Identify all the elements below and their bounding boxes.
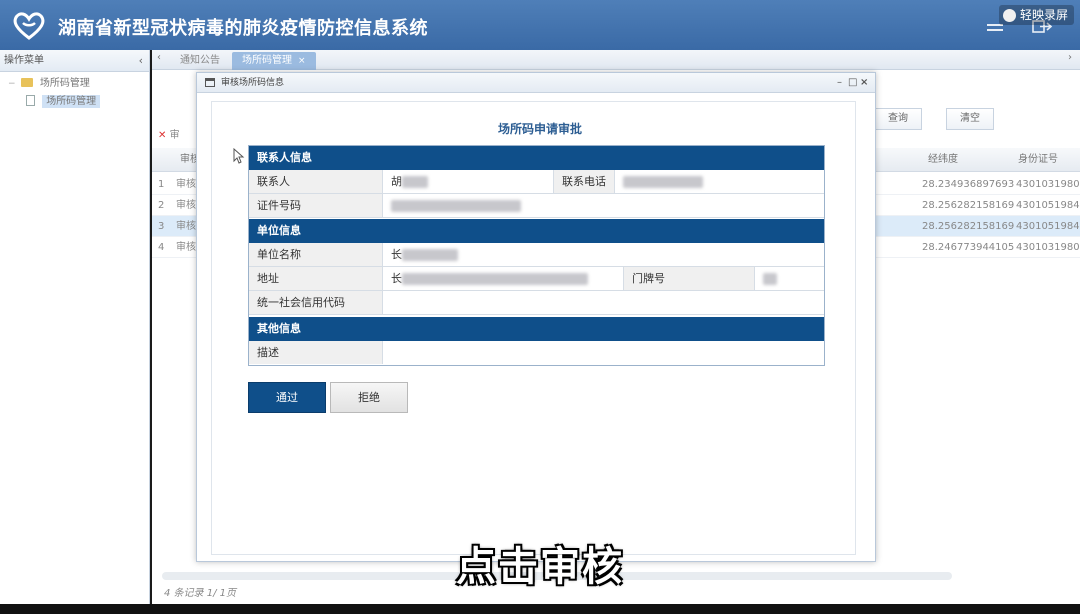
audit-link[interactable]: 审核: [176, 174, 196, 195]
mouse-cursor-icon: [233, 148, 245, 164]
watermark-text: 轻映录屏: [1019, 8, 1068, 22]
form-row-id: 证件号码: [249, 194, 824, 218]
tree-node-label: 场所码管理: [39, 78, 90, 89]
tab-place-code[interactable]: 场所码管理 ×: [232, 52, 316, 70]
sidebar-header: 操作菜单 ‹: [0, 50, 149, 72]
tab-bar: ‹ 通知公告 场所码管理 × ›: [152, 50, 1080, 70]
id-value: [383, 194, 824, 217]
dialog-title: 审核场所码信息: [221, 78, 285, 88]
tab-label: 场所码管理: [242, 55, 292, 66]
redacted-mask: [402, 249, 458, 261]
video-caption: 点击审核: [456, 544, 624, 590]
bottom-bar: [0, 604, 1080, 614]
row-number: 3: [158, 221, 165, 232]
reject-button[interactable]: 拒绝: [330, 382, 408, 413]
document-icon: [26, 95, 35, 106]
address-label: 地址: [249, 267, 383, 290]
redacted-mask: [402, 176, 428, 188]
idno-cell: 43010519840: [1016, 221, 1080, 232]
section-unit: 单位信息: [249, 219, 824, 243]
form-row-credit: 统一社会信用代码: [249, 291, 824, 315]
minimize-icon[interactable]: –: [837, 73, 842, 93]
section-other: 其他信息: [249, 317, 824, 341]
approval-form: 联系人信息 联系人 胡 联系电话 证件号码 单位信息 单位名称 长 地址 长 门…: [248, 145, 825, 366]
unit-name-value: 长: [383, 243, 824, 266]
address-text: 长: [391, 272, 402, 285]
window-icon: [205, 78, 215, 87]
row-number: 2: [158, 200, 165, 211]
redacted-mask: [623, 176, 703, 188]
column-header-coord[interactable]: 经纬度: [928, 148, 958, 172]
desc-label: 描述: [249, 341, 383, 364]
tree-node-place-code-manage[interactable]: 场所码管理: [0, 93, 149, 111]
contact-value: 胡: [383, 170, 553, 193]
row-number: 4: [158, 242, 165, 253]
redacted-mask: [763, 273, 777, 285]
section-contact: 联系人信息: [249, 146, 824, 170]
idno-cell: 43010519840: [1016, 200, 1080, 211]
sidebar-title: 操作菜单: [4, 55, 44, 66]
redacted-mask: [391, 200, 521, 212]
idno-cell: 43010319801: [1016, 242, 1080, 253]
contact-name-text: 胡: [391, 175, 402, 188]
coord-cell: 28.25628215816980: [922, 200, 1014, 211]
id-label: 证件号码: [249, 194, 383, 217]
tab-notice[interactable]: 通知公告: [170, 52, 230, 70]
folder-icon: [20, 78, 33, 87]
redacted-mask: [402, 273, 588, 285]
form-row-desc: 描述: [249, 341, 824, 365]
tree-node-label: 场所码管理: [42, 95, 101, 108]
audit-link[interactable]: 审核: [176, 195, 196, 216]
record-icon: [1002, 8, 1016, 22]
desc-value: [383, 341, 824, 364]
tree-node-place-code[interactable]: − 场所码管理: [0, 75, 149, 93]
form-row-unit-name: 单位名称 长: [249, 243, 824, 267]
tab-scroll-right-icon[interactable]: ›: [1068, 52, 1072, 63]
phone-value: [615, 170, 824, 193]
column-header-idno[interactable]: 身份证号: [1018, 148, 1058, 172]
row-number: 1: [158, 179, 165, 190]
address-value: 长: [383, 267, 623, 290]
logo-icon: [13, 12, 45, 40]
app-title: 湖南省新型冠状病毒的肺炎疫情防控信息系统: [58, 18, 428, 39]
credit-value: [383, 291, 824, 314]
idno-cell: 43010319801: [1016, 179, 1080, 190]
audit-link[interactable]: 审核: [176, 237, 196, 258]
dialog-titlebar[interactable]: 审核场所码信息 – □ ×: [197, 73, 875, 93]
unit-name-label: 单位名称: [249, 243, 383, 266]
close-icon[interactable]: ×: [298, 56, 306, 66]
contact-label: 联系人: [249, 170, 383, 193]
credit-label: 统一社会信用代码: [249, 291, 383, 314]
close-icon[interactable]: ×: [860, 73, 868, 93]
app-header: 湖南省新型冠状病毒的肺炎疫情防控信息系统 轻映录屏: [0, 0, 1080, 50]
form-title: 场所码申请审批: [497, 122, 582, 136]
collapse-icon[interactable]: ‹: [139, 50, 143, 72]
form-row-address: 地址 长 门牌号: [249, 267, 824, 291]
coord-cell: 28.25628215816980: [922, 221, 1014, 232]
coord-cell: 28.24677394410572: [922, 242, 1014, 253]
tree-toggle-icon[interactable]: −: [8, 79, 16, 89]
phone-label: 联系电话: [553, 170, 615, 193]
door-value: [755, 267, 824, 290]
maximize-icon[interactable]: □: [848, 73, 857, 93]
coord-cell: 28.23493689769362: [922, 179, 1014, 190]
unit-name-text: 长: [391, 248, 402, 261]
approve-button[interactable]: 通过: [248, 382, 326, 413]
form-row-contact: 联系人 胡 联系电话: [249, 170, 824, 194]
tab-scroll-left-icon[interactable]: ‹: [157, 52, 161, 63]
door-label: 门牌号: [623, 267, 755, 290]
recorder-watermark: 轻映录屏: [998, 5, 1074, 25]
audit-link[interactable]: 审核: [176, 216, 196, 237]
